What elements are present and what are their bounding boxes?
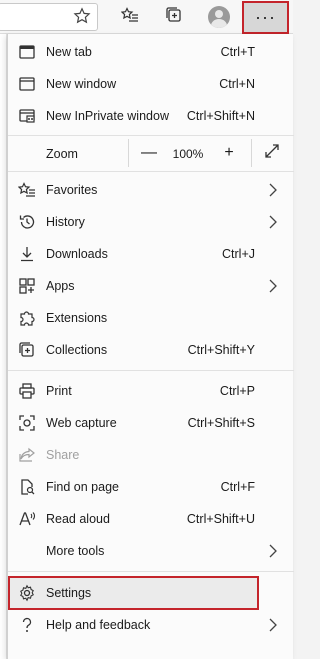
menu-item-label: Favorites — [46, 183, 98, 197]
menu-item-shortcut: Ctrl+Shift+Y — [187, 343, 255, 357]
menu-item-share[interactable]: Share — [8, 439, 294, 471]
menu-item-label: Downloads — [46, 247, 108, 261]
menu-item-new-inprivate-window[interactable]: New InPrivate window Ctrl+Shift+N — [8, 100, 294, 132]
menu-item-shortcut: Ctrl+J — [222, 247, 255, 261]
menu-item-more-tools[interactable]: More tools — [8, 535, 294, 567]
printer-icon — [18, 382, 36, 400]
menu-item-web-capture[interactable]: Web capture Ctrl+Shift+S — [8, 407, 294, 439]
read-aloud-icon — [18, 510, 36, 528]
menu-item-label: New tab — [46, 45, 92, 59]
menu-item-shortcut: Ctrl+T — [220, 45, 255, 59]
favorites-icon — [17, 181, 36, 199]
menu-separator — [8, 571, 294, 572]
collections-toolbar-button[interactable] — [159, 3, 189, 31]
download-icon — [18, 245, 36, 263]
menu-item-label: Read aloud — [46, 512, 110, 526]
menu-item-label: Find on page — [46, 480, 119, 494]
menu-item-shortcut: Ctrl+F — [220, 480, 255, 494]
zoom-label: Zoom — [46, 147, 78, 161]
zoom-divider — [251, 139, 252, 167]
zoom-out-button[interactable]: — — [137, 141, 161, 165]
favorites-icon — [120, 6, 139, 29]
chevron-right-icon — [267, 279, 279, 293]
zoom-in-button[interactable]: + — [217, 141, 241, 165]
menu-item-label: Help and feedback — [46, 618, 151, 632]
zoom-row: Zoom — 100% + — [8, 136, 294, 170]
profile-avatar-icon — [208, 6, 230, 28]
gear-icon — [18, 584, 36, 602]
chevron-right-icon — [267, 215, 279, 229]
settings-and-more-menu: New tab Ctrl+T New window Ctrl+N New InP… — [7, 34, 294, 659]
menu-item-extensions[interactable]: Extensions — [8, 302, 294, 334]
menu-separator — [8, 370, 294, 371]
menu-item-label: New window — [46, 77, 117, 91]
inprivate-icon — [18, 107, 36, 125]
menu-item-history[interactable]: History — [8, 206, 294, 238]
zoom-value: 100% — [172, 147, 204, 161]
menu-item-label: History — [46, 215, 85, 229]
collections-icon — [18, 341, 36, 359]
menu-item-label: Collections — [46, 343, 108, 357]
menu-item-shortcut: Ctrl+P — [219, 384, 255, 398]
full-screen-button[interactable] — [260, 141, 284, 165]
favorite-star-icon[interactable] — [73, 7, 91, 25]
find-icon — [18, 478, 36, 496]
menu-item-favorites[interactable]: Favorites — [8, 174, 294, 206]
menu-item-new-window[interactable]: New window Ctrl+N — [8, 68, 294, 100]
menu-item-label: Apps — [46, 279, 75, 293]
collections-icon — [165, 6, 183, 29]
expand-icon — [263, 142, 281, 165]
zoom-divider — [128, 139, 129, 167]
menu-item-shortcut: Ctrl+N — [219, 77, 255, 91]
menu-item-shortcut: Ctrl+Shift+S — [187, 416, 255, 430]
menu-item-label: More tools — [46, 544, 105, 558]
menu-item-shortcut: Ctrl+Shift+U — [186, 512, 255, 526]
menu-item-settings[interactable]: Settings — [8, 577, 294, 609]
menu-item-downloads[interactable]: Downloads Ctrl+J — [8, 238, 294, 270]
profile-button[interactable] — [204, 3, 234, 31]
address-bar[interactable] — [0, 3, 98, 31]
menu-item-help-and-feedback[interactable]: Help and feedback — [8, 609, 294, 641]
apps-icon — [18, 277, 36, 295]
menu-item-collections[interactable]: Collections Ctrl+Shift+Y — [8, 334, 294, 366]
new-window-icon — [18, 75, 36, 93]
chevron-right-icon — [267, 183, 279, 197]
menu-item-label: Share — [46, 448, 80, 462]
settings-and-more-button[interactable]: ··· — [242, 1, 289, 34]
menu-item-label: Extensions — [46, 311, 108, 325]
menu-item-label: New InPrivate window — [46, 109, 169, 123]
web-capture-icon — [18, 414, 36, 432]
menu-item-read-aloud[interactable]: Read aloud Ctrl+Shift+U — [8, 503, 294, 535]
puzzle-icon — [18, 309, 36, 327]
share-icon — [18, 446, 36, 464]
help-icon — [18, 616, 36, 634]
menu-item-new-tab[interactable]: New tab Ctrl+T — [8, 36, 294, 68]
new-tab-icon — [18, 43, 36, 61]
menu-item-print[interactable]: Print Ctrl+P — [8, 375, 294, 407]
menu-item-shortcut: Ctrl+Shift+N — [186, 109, 255, 123]
history-icon — [18, 213, 36, 231]
menu-separator — [8, 171, 294, 172]
menu-item-label: Web capture — [46, 416, 117, 430]
menu-item-find-on-page[interactable]: Find on page Ctrl+F — [8, 471, 294, 503]
menu-item-apps[interactable]: Apps — [8, 270, 294, 302]
chevron-right-icon — [267, 544, 279, 558]
favorites-toolbar-button[interactable] — [115, 3, 145, 31]
menu-item-label: Settings — [46, 586, 92, 600]
chevron-right-icon — [267, 618, 279, 632]
menu-item-label: Print — [46, 384, 72, 398]
page-content-edge — [0, 34, 7, 659]
browser-toolbar: ··· — [0, 0, 293, 34]
